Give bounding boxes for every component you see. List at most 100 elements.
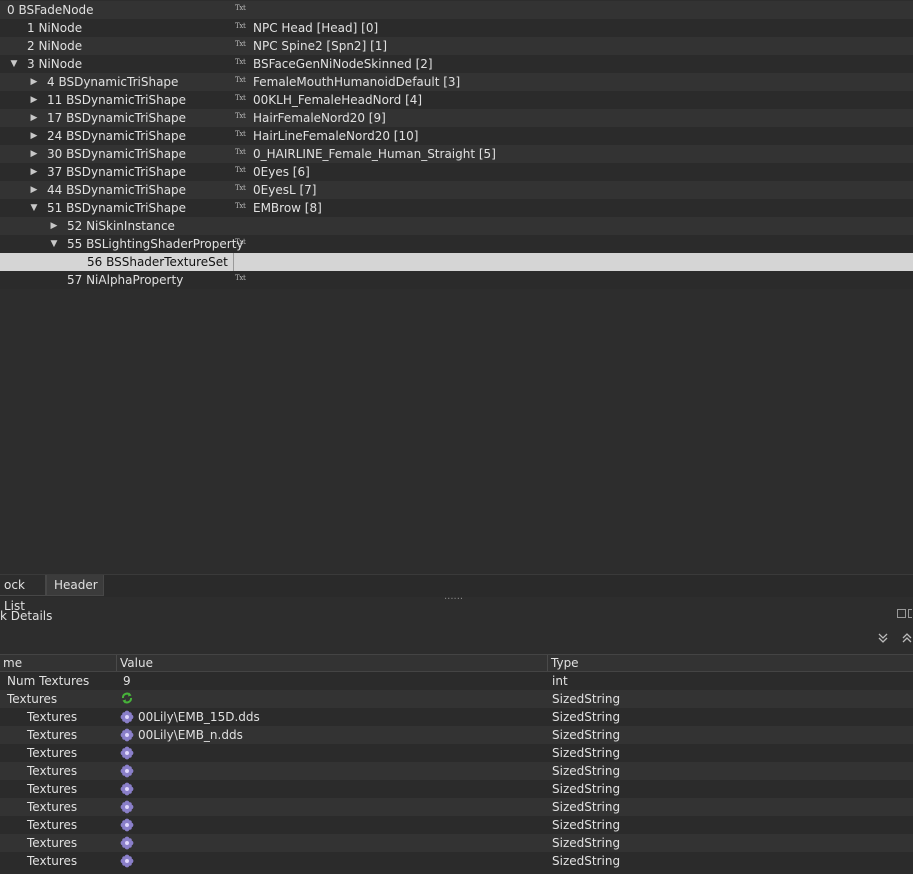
tree-row-value: 0Eyes [6] — [253, 165, 310, 179]
grid-row[interactable]: Textures SizedString — [0, 798, 913, 816]
tree-row-value: BSFaceGenNiNodeSkinned [2] — [253, 57, 433, 71]
txt-icon: Txt — [235, 4, 246, 12]
texture-icon — [120, 836, 134, 850]
tree-row-selected[interactable]: 56 BSShaderTextureSet — [0, 253, 913, 271]
splitter-grip-icon[interactable]: ······ — [444, 595, 463, 605]
float-window-icon[interactable] — [897, 609, 906, 618]
tree-row[interactable]: ▼ 55 BSLightingShaderProperty Txt — [0, 235, 913, 253]
grid-row[interactable]: Textures 00Lily\EMB_15D.dds SizedString — [0, 708, 913, 726]
txt-icon: Txt — [235, 58, 246, 66]
field-name: Textures — [27, 818, 78, 832]
tree-row-value: 0_HAIRLINE_Female_Human_Straight [5] — [253, 147, 496, 161]
grid-row[interactable]: Textures SizedString — [0, 852, 913, 870]
texture-icon — [120, 728, 134, 742]
tree-row-value: 0EyesL [7] — [253, 183, 317, 197]
block-tree[interactable]: 0 BSFadeNode Txt 1 NiNode Txt NPC Head [H… — [0, 0, 913, 574]
expand-arrow-icon[interactable]: ▶ — [29, 73, 39, 91]
details-grid: me Value Type Num Textures 9 int Texture… — [0, 654, 913, 874]
field-type: SizedString — [552, 854, 621, 868]
grid-row[interactable]: Textures SizedString — [0, 834, 913, 852]
txt-icon: Txt — [235, 202, 246, 210]
tree-row[interactable]: ▶ 37 BSDynamicTriShape Txt 0Eyes [6] — [0, 163, 913, 181]
tree-row[interactable]: ▶ 4 BSDynamicTriShape Txt FemaleMouthHuman… — [0, 73, 913, 91]
tree-row[interactable]: ▼ 3 NiNode Txt BSFaceGenNiNodeSkinned [2] — [0, 55, 913, 73]
txt-icon: Txt — [235, 22, 246, 30]
tree-row-label: 17 BSDynamicTriShape — [47, 111, 187, 125]
collapse-arrow-icon[interactable]: ▼ — [49, 235, 59, 253]
grid-row[interactable]: Textures SizedString — [0, 816, 913, 834]
grid-row[interactable]: Textures 00Lily\EMB_n.dds SizedString — [0, 726, 913, 744]
dock-title: k Details — [0, 609, 53, 623]
tree-row-value: NPC Spine2 [Spn2] [1] — [253, 39, 388, 53]
tree-row[interactable]: ▶ 11 BSDynamicTriShape Txt 00KLH_FemaleHea… — [0, 91, 913, 109]
tree-row[interactable]: ▶ 17 BSDynamicTriShape Txt HairFemaleNord2… — [0, 109, 913, 127]
tree-row-value: EMBrow [8] — [253, 201, 322, 215]
field-name: Textures — [27, 710, 78, 724]
expand-arrow-icon[interactable]: ▶ — [29, 145, 39, 163]
tree-row[interactable]: ▶ 44 BSDynamicTriShape Txt 0EyesL [7] — [0, 181, 913, 199]
tree-row-label: 4 BSDynamicTriShape — [47, 75, 179, 89]
tree-row[interactable]: 1 NiNode Txt NPC Head [Head] [0] — [0, 19, 913, 37]
tree-row[interactable]: ▶ 24 BSDynamicTriShape Txt HairLineFemaleN… — [0, 127, 913, 145]
tree-row[interactable]: ▶ 30 BSDynamicTriShape Txt 0_HAIRLINE_Fema… — [0, 145, 913, 163]
collapse-up-icon[interactable] — [900, 632, 913, 646]
column-header-value[interactable]: Value — [117, 655, 548, 671]
tree-row-label: 2 NiNode — [27, 39, 83, 53]
tree-row[interactable]: ▼ 51 BSDynamicTriShape Txt EMBrow [8] — [0, 199, 913, 217]
tree-row-label: 3 NiNode — [27, 57, 83, 71]
expand-arrow-icon[interactable]: ▶ — [29, 163, 39, 181]
field-name: Num Textures — [7, 674, 90, 688]
txt-icon: Txt — [235, 94, 246, 102]
tree-row-label: 11 BSDynamicTriShape — [47, 93, 187, 107]
tree-row[interactable]: 57 NiAlphaProperty Txt — [0, 271, 913, 289]
txt-icon: Txt — [235, 184, 246, 192]
grid-row[interactable]: Textures SizedString — [0, 762, 913, 780]
field-type: int — [552, 674, 568, 688]
tree-row-label: 1 NiNode — [27, 21, 83, 35]
tree-row-label: 56 BSShaderTextureSet — [87, 255, 228, 269]
collapse-down-icon[interactable] — [876, 632, 890, 646]
field-name: Textures — [7, 692, 58, 706]
grid-row[interactable]: Textures SizedString — [0, 744, 913, 762]
tab-block-list[interactable]: ock List — [0, 575, 46, 613]
field-value[interactable]: 9 — [123, 672, 131, 690]
expand-arrow-icon[interactable]: ▶ — [49, 217, 59, 235]
grid-row[interactable]: Textures SizedString — [0, 690, 913, 708]
tree-row-value: NPC Head [Head] [0] — [253, 21, 379, 35]
column-header-type[interactable]: Type — [548, 655, 913, 671]
txt-icon: Txt — [235, 112, 246, 120]
tree-row[interactable]: 2 NiNode Txt NPC Spine2 [Spn2] [1] — [0, 37, 913, 55]
txt-icon: Txt — [235, 130, 246, 138]
tree-row-label: 57 NiAlphaProperty — [67, 273, 184, 287]
refresh-icon[interactable] — [120, 691, 134, 705]
grid-header: me Value Type — [0, 654, 913, 672]
field-type: SizedString — [552, 728, 621, 742]
tree-row[interactable]: 0 BSFadeNode Txt — [0, 1, 913, 19]
tree-row-value: HairFemaleNord20 [9] — [253, 111, 386, 125]
grid-row[interactable]: Textures SizedString — [0, 780, 913, 798]
tab-header[interactable]: Header — [46, 575, 104, 596]
txt-icon: Txt — [235, 238, 246, 246]
collapse-arrow-icon[interactable]: ▼ — [29, 199, 39, 217]
field-type: SizedString — [552, 764, 621, 778]
expand-arrow-icon[interactable]: ▶ — [29, 181, 39, 199]
collapse-arrow-icon[interactable]: ▼ — [9, 55, 19, 73]
texture-icon — [120, 746, 134, 760]
expand-arrow-icon[interactable]: ▶ — [29, 127, 39, 145]
column-header-name[interactable]: me — [0, 655, 117, 671]
texture-icon — [120, 818, 134, 832]
close-icon[interactable] — [908, 609, 912, 618]
tree-row-label: 24 BSDynamicTriShape — [47, 129, 187, 143]
field-name: Textures — [27, 836, 78, 850]
field-type: SizedString — [552, 692, 621, 706]
field-name: Textures — [27, 782, 78, 796]
field-value: 00Lily\EMB_15D.dds — [138, 710, 260, 724]
txt-icon: Txt — [235, 166, 246, 174]
tree-row-value: HairLineFemaleNord20 [10] — [253, 129, 419, 143]
tree-row-label: 52 NiSkinInstance — [67, 219, 175, 233]
grid-row[interactable]: Num Textures 9 int — [0, 672, 913, 690]
tree-row[interactable]: ▶ 52 NiSkinInstance — [0, 217, 913, 235]
expand-arrow-icon[interactable]: ▶ — [29, 109, 39, 127]
expand-arrow-icon[interactable]: ▶ — [29, 91, 39, 109]
field-name: Textures — [27, 728, 78, 742]
